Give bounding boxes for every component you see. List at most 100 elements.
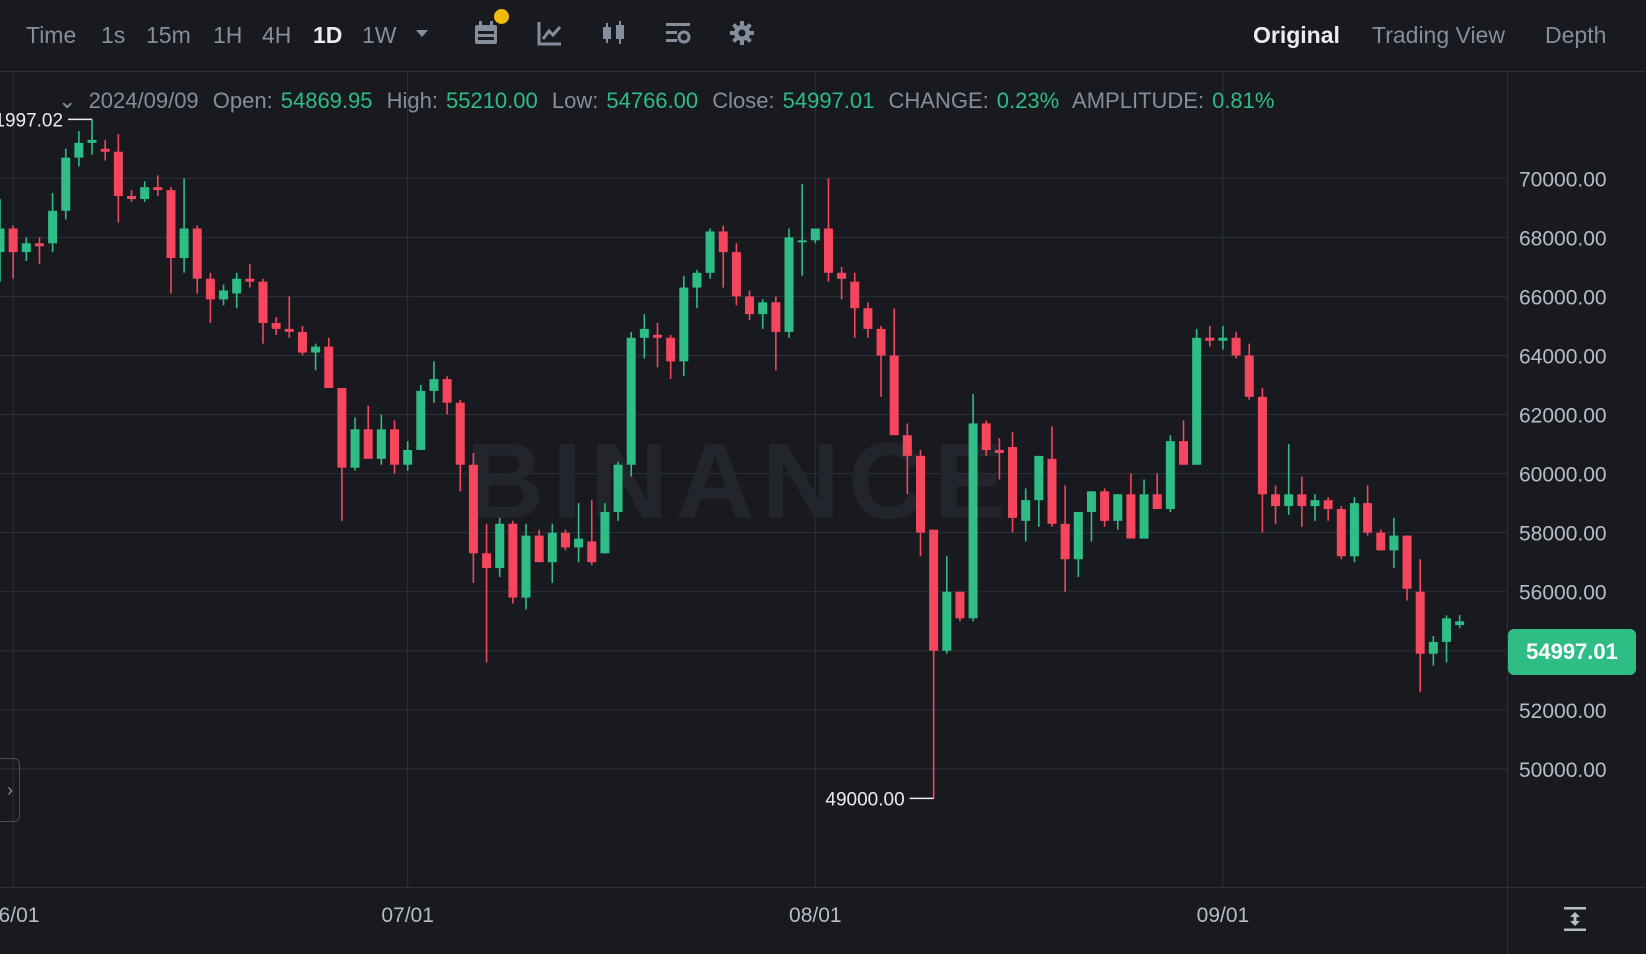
candle-body [429, 379, 439, 391]
max-price-marker: 71997.02 [0, 110, 63, 131]
candle-body [692, 272, 702, 288]
candle-body [613, 464, 623, 512]
candle-body [916, 455, 925, 533]
candle-body [350, 429, 360, 468]
candle-body [1271, 494, 1281, 507]
candle-body [1389, 535, 1399, 551]
candle-body [626, 337, 636, 465]
candle-body [34, 243, 44, 247]
candle-body [1034, 455, 1044, 501]
amplitude-label: AMPLITUDE: [1072, 88, 1205, 113]
candle-body [1100, 491, 1110, 521]
high-value: 55210.00 [445, 88, 538, 113]
candle-body [929, 529, 939, 651]
candle-body [127, 196, 136, 199]
y-tick-label: 60000.00 [1519, 464, 1607, 487]
candle-body [192, 228, 202, 279]
candle-body [797, 240, 807, 243]
candle-body [981, 423, 991, 450]
candle-body [1442, 618, 1451, 642]
candle-body [416, 390, 426, 450]
candlestick-chart[interactable]: BINANCE 71997.02 49000.00 70000.00 68000.0… [0, 0, 1646, 954]
candle-body [1139, 494, 1149, 539]
candle-body [574, 538, 584, 548]
candle-body [232, 278, 242, 294]
candle-body [390, 429, 399, 465]
candle-body [376, 429, 386, 459]
y-tick-label: 70000.00 [1519, 168, 1607, 191]
fit-screen-icon[interactable] [1560, 904, 1590, 934]
candle-body [153, 187, 163, 191]
candle-body [705, 231, 715, 273]
candle-body [1244, 355, 1254, 397]
candle-body [1415, 591, 1425, 654]
candle-body [8, 228, 18, 253]
y-tick-label: 66000.00 [1519, 286, 1607, 309]
candle-body [600, 511, 610, 554]
time-axis-divider [0, 887, 1507, 888]
min-price-marker: 49000.00 [825, 789, 904, 810]
candle-body [889, 355, 899, 436]
candle-body [284, 328, 294, 332]
y-tick-label: 50000.00 [1519, 759, 1607, 782]
candle-body [521, 535, 531, 598]
candle-body [508, 523, 518, 598]
ohlc-info-line: ⌄ 2024/09/09 Open: 54869.95 High: 55210.00… [58, 86, 1282, 116]
candle-body [745, 296, 755, 315]
info-collapse-icon[interactable]: ⌄ [58, 88, 76, 113]
x-tick-label: 09/01 [1197, 904, 1250, 927]
candle-body [455, 402, 465, 465]
candle-body [758, 302, 768, 315]
candle-body [482, 553, 492, 569]
candle-body [1297, 494, 1307, 507]
candle-body [1008, 447, 1018, 518]
candle-body [850, 281, 860, 309]
candle-body [297, 331, 307, 353]
y-tick-label: 52000.00 [1519, 700, 1607, 723]
candle-body [74, 142, 84, 158]
amplitude-value: 0.81% [1212, 88, 1275, 113]
candle-body [495, 523, 505, 569]
candle-body [1363, 503, 1373, 533]
candle-body [810, 228, 820, 241]
candle-body [823, 228, 833, 273]
candle-body [100, 148, 110, 152]
low-label: Low: [551, 88, 599, 113]
candle-body [363, 429, 373, 459]
candle-body [271, 322, 281, 329]
corner-divider [1507, 887, 1646, 888]
current-price-tag: 54997.01 [1508, 629, 1636, 675]
candle-body [731, 252, 741, 297]
candle-body [1231, 337, 1241, 356]
candle-body [1218, 337, 1228, 341]
candle-body [468, 464, 478, 554]
expand-sidebar-handle[interactable]: › [0, 758, 20, 822]
candle-body [1376, 532, 1386, 551]
candle-body [679, 287, 689, 362]
candle-body [1073, 511, 1083, 560]
candle-body [1021, 500, 1031, 521]
watermark: BINANCE [466, 420, 1014, 541]
candle-body [179, 228, 189, 259]
candle-body [639, 328, 649, 338]
candle-body [1179, 441, 1188, 465]
y-tick-label: 58000.00 [1519, 523, 1607, 546]
close-label: Close: [712, 88, 775, 113]
info-date: 2024/09/09 [88, 88, 199, 113]
candle-body [666, 337, 676, 362]
candle-body [337, 387, 347, 468]
y-tick-label: 56000.00 [1519, 582, 1607, 605]
candle-body [955, 591, 965, 619]
candle-body [324, 346, 334, 388]
x-tick-label: 06/01 [0, 904, 39, 927]
candle-body [1113, 494, 1123, 521]
candle-body [1165, 441, 1175, 510]
candle-body [1257, 396, 1267, 495]
y-tick-label: 68000.00 [1519, 227, 1607, 250]
y-tick-label: 62000.00 [1519, 405, 1607, 428]
candle-body [994, 449, 1004, 453]
candle-body [587, 541, 597, 563]
candle-body [87, 139, 97, 143]
candle-body [61, 157, 71, 211]
open-value: 54869.95 [280, 88, 373, 113]
